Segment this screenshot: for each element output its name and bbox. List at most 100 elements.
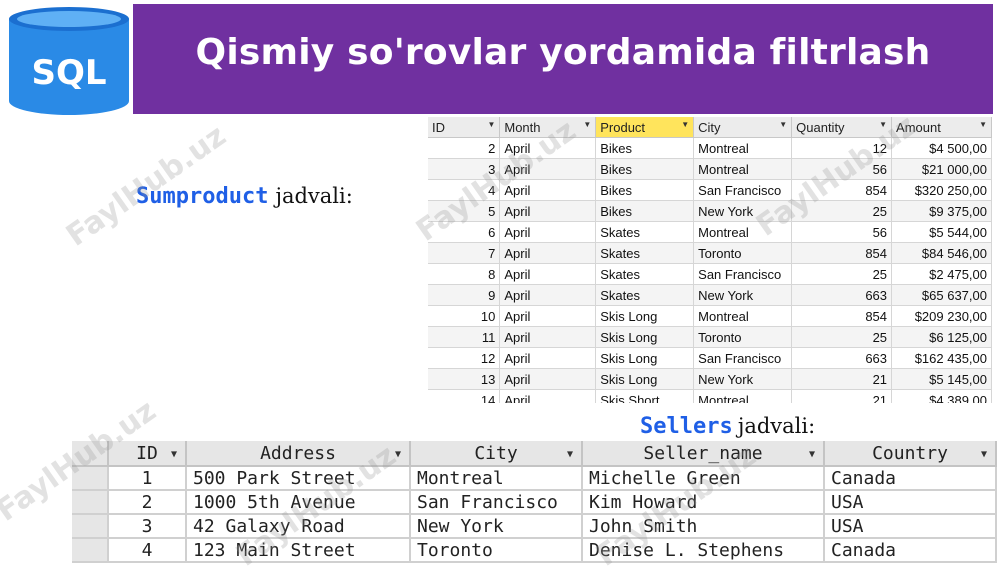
table-row[interactable]: 8 April Skates San Francisco 25 $2 475,00 [428,263,992,285]
table-cell[interactable]: $209 230,00 [891,305,992,327]
table-cell[interactable]: Toronto [693,242,793,264]
table-cell[interactable]: Skis Long [595,347,695,369]
table-row[interactable]: 7 April Skates Toronto 854 $84 546,00 [428,242,992,264]
table-cell[interactable]: 2 [428,137,501,159]
table-cell[interactable]: 2 [108,490,187,515]
table-cell[interactable]: Montreal [693,389,793,403]
table-cell[interactable]: $5 544,00 [891,221,992,243]
table-cell[interactable]: $84 546,00 [891,242,992,264]
table-cell[interactable]: 1000 5th Avenue [186,490,411,515]
table-cell[interactable]: 14 [428,389,501,403]
table-cell[interactable]: 12 [428,347,501,369]
table-row[interactable]: 14 April Skis Short Montreal 21 $4 389,00 [428,389,992,403]
table-row[interactable]: 2 1000 5th Avenue San Francisco Kim Howard U… [72,490,997,515]
table-row[interactable]: 2 April Bikes Montreal 12 $4 500,00 [428,137,992,159]
table-cell[interactable]: San Francisco [410,490,583,515]
table-cell[interactable]: 3 [108,514,187,539]
table-cell[interactable]: 7 [428,242,501,264]
table-cell[interactable]: Michelle Green [582,466,825,491]
sumproduct-column-header[interactable]: Product ▼ [595,117,695,138]
table-cell[interactable]: San Francisco [693,179,793,201]
row-selector[interactable] [72,538,109,563]
filter-dropdown-icon[interactable]: ▼ [395,449,401,460]
table-cell[interactable]: $162 435,00 [891,347,992,369]
table-cell[interactable]: 4 [108,538,187,563]
filter-dropdown-icon[interactable]: ▼ [487,120,495,129]
table-cell[interactable]: Bikes [595,158,695,180]
table-cell[interactable]: Bikes [595,137,695,159]
filter-dropdown-icon[interactable]: ▼ [779,120,787,129]
row-selector[interactable] [72,466,109,491]
table-cell[interactable]: John Smith [582,514,825,539]
table-cell[interactable]: New York [693,368,793,390]
table-cell[interactable]: 21 [791,389,893,403]
table-cell[interactable]: Bikes [595,200,695,222]
table-cell[interactable]: 12 [791,137,893,159]
table-row[interactable]: 3 42 Galaxy Road New York John Smith USA [72,514,997,539]
table-cell[interactable]: New York [693,284,793,306]
table-cell[interactable]: Skis Long [595,326,695,348]
table-cell[interactable]: April [499,305,597,327]
table-cell[interactable]: 5 [428,200,501,222]
table-cell[interactable]: 4 [428,179,501,201]
sellers-column-header[interactable]: ID ▼ [108,441,187,467]
table-cell[interactable]: Montreal [693,305,793,327]
table-cell[interactable]: 13 [428,368,501,390]
table-cell[interactable]: New York [693,200,793,222]
table-cell[interactable]: April [499,158,597,180]
sellers-column-header[interactable]: Seller_name ▼ [582,441,825,467]
table-cell[interactable]: 8 [428,263,501,285]
table-cell[interactable]: $4 500,00 [891,137,992,159]
table-cell[interactable]: San Francisco [693,263,793,285]
table-cell[interactable]: April [499,179,597,201]
table-cell[interactable]: USA [824,490,997,515]
table-cell[interactable]: 663 [791,284,893,306]
table-cell[interactable]: 56 [791,221,893,243]
table-row[interactable]: 6 April Skates Montreal 56 $5 544,00 [428,221,992,243]
table-row[interactable]: 11 April Skis Long Toronto 25 $6 125,00 [428,326,992,348]
table-row[interactable]: 3 April Bikes Montreal 56 $21 000,00 [428,158,992,180]
table-cell[interactable]: 10 [428,305,501,327]
table-cell[interactable]: 56 [791,158,893,180]
table-cell[interactable]: Montreal [410,466,583,491]
sellers-column-header[interactable]: Country ▼ [824,441,997,467]
table-cell[interactable]: $4 389,00 [891,389,992,403]
table-cell[interactable]: Denise L. Stephens [582,538,825,563]
table-cell[interactable]: April [499,347,597,369]
table-cell[interactable]: New York [410,514,583,539]
table-cell[interactable]: April [499,326,597,348]
table-row[interactable]: 9 April Skates New York 663 $65 637,00 [428,284,992,306]
sellers-column-header[interactable]: Address ▼ [186,441,411,467]
table-cell[interactable]: April [499,389,597,403]
row-selector[interactable] [72,490,109,515]
table-cell[interactable]: April [499,242,597,264]
table-cell[interactable]: Montreal [693,137,793,159]
table-cell[interactable]: April [499,221,597,243]
table-cell[interactable]: April [499,137,597,159]
sumproduct-column-header[interactable]: ID ▼ [428,117,501,138]
table-cell[interactable]: Kim Howard [582,490,825,515]
table-cell[interactable]: Montreal [693,221,793,243]
table-cell[interactable]: Skates [595,221,695,243]
table-cell[interactable]: $9 375,00 [891,200,992,222]
table-cell[interactable]: Skis Long [595,368,695,390]
table-row[interactable]: 12 April Skis Long San Francisco 663 $162 435… [428,347,992,369]
table-cell[interactable]: Montreal [693,158,793,180]
table-cell[interactable]: 663 [791,347,893,369]
table-row[interactable]: 10 April Skis Long Montreal 854 $209 230,00 [428,305,992,327]
row-selector[interactable] [72,514,109,539]
table-cell[interactable]: $6 125,00 [891,326,992,348]
table-cell[interactable]: $5 145,00 [891,368,992,390]
filter-dropdown-icon[interactable]: ▼ [809,449,815,460]
table-cell[interactable]: $65 637,00 [891,284,992,306]
table-cell[interactable]: Canada [824,466,997,491]
table-cell[interactable]: Skis Short [595,389,695,403]
table-row[interactable]: 13 April Skis Long New York 21 $5 145,00 [428,368,992,390]
sumproduct-column-header[interactable]: Amount ▼ [891,117,992,138]
sumproduct-column-header[interactable]: Month ▼ [499,117,597,138]
sellers-column-header[interactable]: City ▼ [410,441,583,467]
table-cell[interactable]: 123 Main Street [186,538,411,563]
filter-dropdown-icon[interactable]: ▼ [879,120,887,129]
filter-dropdown-icon[interactable]: ▼ [171,449,177,460]
table-cell[interactable]: $21 000,00 [891,158,992,180]
